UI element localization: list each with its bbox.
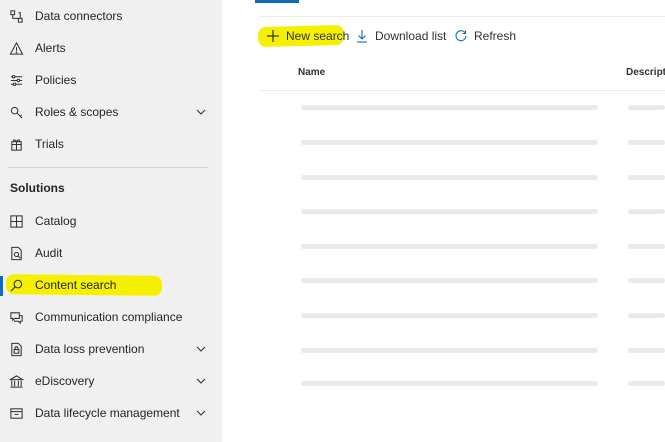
sidebar-item-alerts[interactable]: Alerts [0,33,222,63]
skeleton-bar [628,140,665,145]
dlp-icon [8,341,24,357]
skeleton-bar [301,313,598,318]
chevron-down-icon[interactable] [195,106,207,118]
sidebar-item-label: Communication compliance [35,310,183,324]
sidebar-item-next[interactable] [0,430,222,442]
skeleton-bar [301,348,598,353]
sidebar-item-label: Data lifecycle management [35,406,180,420]
skeleton-bar [628,278,665,283]
refresh-button[interactable]: Refresh [454,26,516,46]
sidebar-item-content-search[interactable]: Content search [0,270,222,300]
refresh-label: Refresh [474,29,517,43]
download-list-button[interactable]: Download list [355,26,446,46]
skeleton-row [222,313,665,319]
lifecycle-icon [8,405,24,421]
skeleton-row [222,209,665,215]
new-search-button[interactable]: New search [266,26,349,46]
download-icon [357,30,367,43]
skeleton-row [222,348,665,354]
policies-icon [8,72,24,88]
download-list-label: Download list [375,29,447,43]
sidebar-item-label: Audit [35,246,63,260]
sidebar-item-data-lifecycle-management[interactable]: Data lifecycle management [0,398,222,428]
sidebar-item-data-loss-prevention[interactable]: Data loss prevention [0,334,222,364]
sidebar-item-trials[interactable]: Trials [0,129,222,159]
communication-icon [8,309,24,325]
skeleton-bar [301,209,598,214]
active-tab-underline [255,0,299,3]
skeleton-bar [628,313,665,318]
skeleton-row [222,140,665,146]
skeleton-bar [301,381,598,386]
skeleton-bar [628,348,665,353]
chevron-down-icon[interactable] [195,407,207,419]
section-heading-solutions: Solutions [10,181,65,195]
sidebar-item-label: Trials [35,137,64,151]
plus-icon [267,30,279,42]
skeleton-bar [301,175,598,180]
sidebar-nav: Data connectors Alerts Policies Roles & … [0,0,222,442]
sidebar-divider [8,167,208,168]
sidebar-item-policies[interactable]: Policies [0,65,222,95]
sidebar-item-communication-compliance[interactable]: Communication compliance [0,302,222,332]
sidebar-item-audit[interactable]: Audit [0,238,222,268]
table-header-rule [259,90,665,91]
skeleton-row [222,175,665,181]
refresh-icon [455,30,467,42]
skeleton-bar [628,381,665,386]
sidebar-item-ediscovery[interactable]: eDiscovery [0,366,222,396]
sidebar-item-roles-scopes[interactable]: Roles & scopes [0,97,222,127]
audit-icon [8,245,24,261]
skeleton-row [222,278,665,284]
chevron-down-icon[interactable] [195,343,207,355]
sidebar-item-label: Alerts [35,41,66,55]
sidebar-item-catalog[interactable]: Catalog [0,206,222,236]
skeleton-row [222,244,665,250]
skeleton-row [222,381,665,387]
skeleton-bar [301,278,598,283]
alert-icon [8,40,24,56]
app-window: Data connectors Alerts Policies Roles & … [0,0,665,442]
sidebar-item-label: eDiscovery [35,374,95,388]
skeleton-bar [628,175,665,180]
column-header-description[interactable]: Descripti [626,67,665,78]
column-header-name[interactable]: Name [298,67,325,78]
new-search-label: New search [286,29,350,43]
sidebar-item-label: Roles & scopes [35,105,119,119]
sidebar-item-label: Data loss prevention [35,342,145,356]
skeleton-bar [301,105,598,110]
toolbar-top-rule [259,16,665,17]
ediscovery-icon [8,373,24,389]
trials-icon [8,136,24,152]
sidebar-item-data-connectors[interactable]: Data connectors [0,1,222,31]
chevron-down-icon[interactable] [195,375,207,387]
sidebar-item-label: Data connectors [35,9,123,23]
skeleton-bar [301,140,598,145]
catalog-icon [8,213,24,229]
search-icon [8,277,24,293]
skeleton-row [222,105,665,111]
skeleton-bar [628,244,665,249]
sidebar-item-label: Catalog [35,214,77,228]
skeleton-bar [628,105,665,110]
main-content: New search Download list Refresh Name De… [222,0,665,442]
data-connectors-icon [8,8,24,24]
skeleton-bar [628,209,665,214]
sidebar-item-label: Policies [35,73,77,87]
lifecycle-icon [8,437,24,442]
skeleton-bar [301,244,598,249]
roles-icon [8,104,24,120]
sidebar-item-label: Content search [35,278,117,292]
